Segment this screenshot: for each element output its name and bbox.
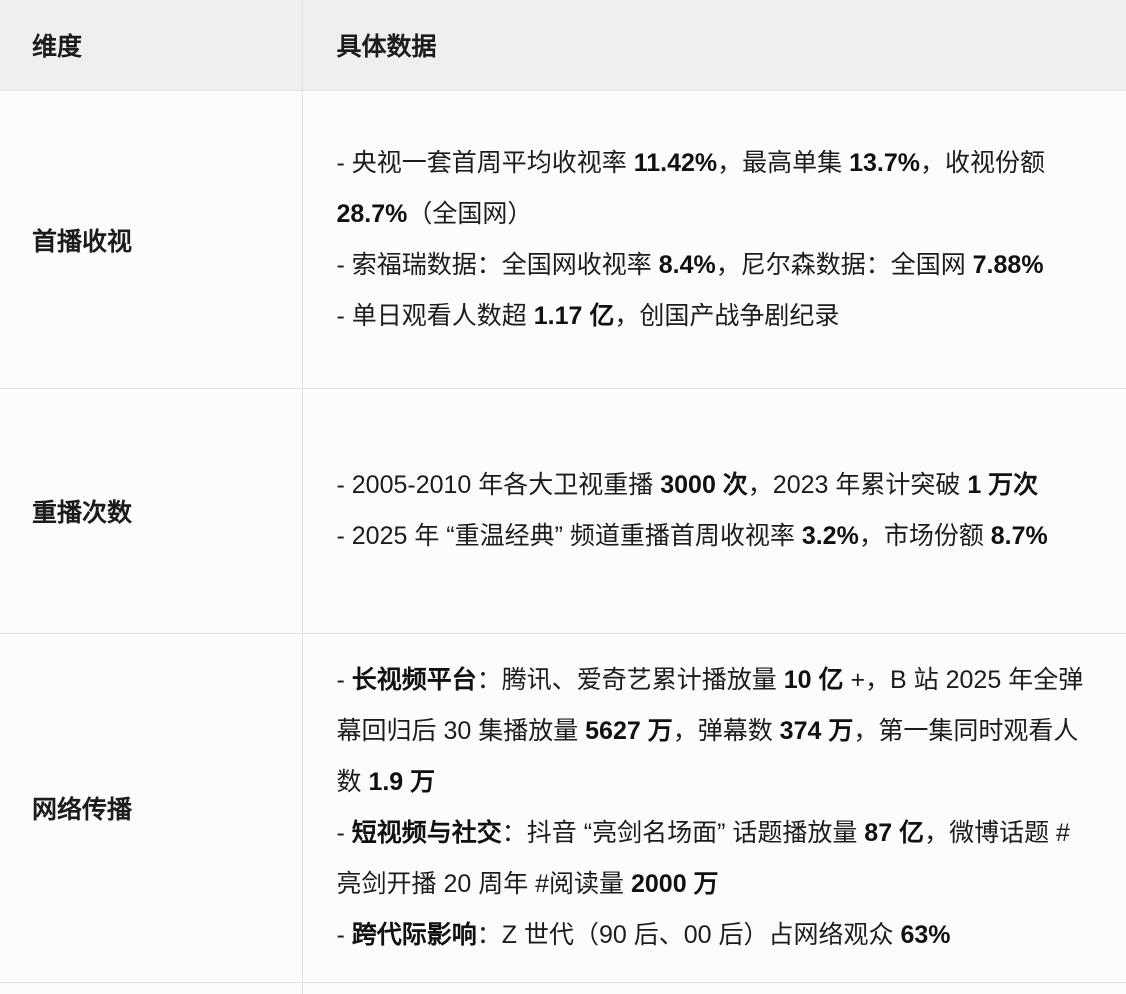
dimension-cell: 首播收视 bbox=[0, 91, 302, 389]
column-header-data: 具体数据 bbox=[302, 0, 1126, 91]
text-segment: - 2005-2010 年各大卫视重播 bbox=[337, 471, 661, 499]
bold-value: 3000 次 bbox=[660, 471, 748, 499]
table-row: 重播次数 - 2005-2010 年各大卫视重播 3000 次，2023 年累计突… bbox=[0, 389, 1126, 634]
screenshot-root: 维度 具体数据 首播收视 - 央视一套首周平均收视率 11.42%，最高单集 13… bbox=[0, 0, 1126, 994]
partial-next-row bbox=[0, 983, 1126, 994]
bold-value: 3.2% bbox=[802, 522, 859, 550]
text-segment: - 2025 年 “重温经典” 频道重播首周收视率 bbox=[337, 522, 802, 550]
bold-value: 7.88% bbox=[973, 251, 1044, 279]
column-header-dimension: 维度 bbox=[0, 0, 302, 91]
dimension-cell: 重播次数 bbox=[0, 389, 302, 634]
bullet-item: - 索福瑞数据：全国网收视率 8.4%，尼尔森数据：全国网 7.88% bbox=[337, 240, 1089, 291]
bold-value: 87 亿 bbox=[864, 819, 924, 847]
bold-value: 1.17 亿 bbox=[534, 302, 615, 330]
table-row: 首播收视 - 央视一套首周平均收视率 11.42%，最高单集 13.7%，收视份额… bbox=[0, 91, 1126, 389]
bold-value: 1 万次 bbox=[967, 471, 1038, 499]
text-segment: ，创国产战争剧纪录 bbox=[614, 302, 839, 330]
table-body: 首播收视 - 央视一套首周平均收视率 11.42%，最高单集 13.7%，收视份额… bbox=[0, 91, 1126, 994]
text-segment: - 央视一套首周平均收视率 bbox=[337, 149, 634, 177]
text-segment: ：抖音 “亮剑名场面” 话题播放量 bbox=[502, 819, 865, 847]
bold-value: 374 万 bbox=[780, 717, 854, 745]
text-segment: ：腾讯、爱奇艺累计播放量 bbox=[477, 666, 784, 694]
stats-table: 维度 具体数据 首播收视 - 央视一套首周平均收视率 11.42%，最高单集 13… bbox=[0, 0, 1126, 994]
data-cell: - 长视频平台：腾讯、爱奇艺累计播放量 10 亿 +，B 站 2025 年全弹幕… bbox=[302, 634, 1126, 983]
partial-data-cell bbox=[302, 983, 1126, 994]
bold-value: 8.7% bbox=[991, 522, 1048, 550]
data-cell: - 2005-2010 年各大卫视重播 3000 次，2023 年累计突破 1 … bbox=[302, 389, 1126, 634]
text-segment: （全国网） bbox=[407, 200, 532, 228]
bullet-item: - 长视频平台：腾讯、爱奇艺累计播放量 10 亿 +，B 站 2025 年全弹幕… bbox=[337, 655, 1089, 808]
text-segment: ，2023 年累计突破 bbox=[748, 471, 968, 499]
bullet-item: - 2025 年 “重温经典” 频道重播首周收视率 3.2%，市场份额 8.7% bbox=[337, 511, 1089, 562]
text-segment: - bbox=[337, 819, 352, 847]
bullet-item: - 单日观看人数超 1.17 亿，创国产战争剧纪录 bbox=[337, 291, 1089, 342]
text-segment: ，弹幕数 bbox=[673, 717, 780, 745]
text-segment: ，收视份额 bbox=[920, 149, 1045, 177]
data-cell: - 央视一套首周平均收视率 11.42%，最高单集 13.7%，收视份额 28.… bbox=[302, 91, 1126, 389]
bold-value: 13.7% bbox=[849, 149, 920, 177]
bullet-item: - 央视一套首周平均收视率 11.42%，最高单集 13.7%，收视份额 28.… bbox=[337, 138, 1089, 240]
bold-value: 11.42% bbox=[634, 149, 717, 177]
text-segment: ，最高单集 bbox=[717, 149, 849, 177]
bold-value: 短视频与社交 bbox=[352, 819, 502, 847]
bold-value: 跨代际影响 bbox=[352, 921, 477, 949]
bullet-item: - 2005-2010 年各大卫视重播 3000 次，2023 年累计突破 1 … bbox=[337, 460, 1089, 511]
text-segment: - bbox=[337, 921, 352, 949]
bullet-item: - 短视频与社交：抖音 “亮剑名场面” 话题播放量 87 亿，微博话题 #亮剑开… bbox=[337, 808, 1089, 910]
text-segment: ，市场份额 bbox=[859, 522, 991, 550]
table-row: 网络传播- 长视频平台：腾讯、爱奇艺累计播放量 10 亿 +，B 站 2025 … bbox=[0, 634, 1126, 983]
text-segment: - 单日观看人数超 bbox=[337, 302, 534, 330]
bold-value: 2000 万 bbox=[631, 870, 719, 898]
text-segment: - 索福瑞数据：全国网收视率 bbox=[337, 251, 659, 279]
bold-value: 28.7% bbox=[337, 200, 408, 228]
dimension-cell: 网络传播 bbox=[0, 634, 302, 983]
text-segment: ：Z 世代（90 后、00 后）占网络观众 bbox=[477, 921, 901, 949]
bold-value: 长视频平台 bbox=[352, 666, 477, 694]
text-segment: - bbox=[337, 666, 352, 694]
partial-dimension-cell bbox=[0, 983, 302, 994]
bold-value: 5627 万 bbox=[585, 717, 673, 745]
bold-value: 63% bbox=[900, 921, 950, 949]
header-row: 维度 具体数据 bbox=[0, 0, 1126, 91]
text-segment: ，尼尔森数据：全国网 bbox=[716, 251, 973, 279]
bold-value: 8.4% bbox=[659, 251, 716, 279]
bold-value: 10 亿 bbox=[784, 666, 844, 694]
bold-value: 1.9 万 bbox=[368, 768, 435, 796]
bullet-item: - 跨代际影响：Z 世代（90 后、00 后）占网络观众 63% bbox=[337, 910, 1089, 961]
table-header: 维度 具体数据 bbox=[0, 0, 1126, 91]
